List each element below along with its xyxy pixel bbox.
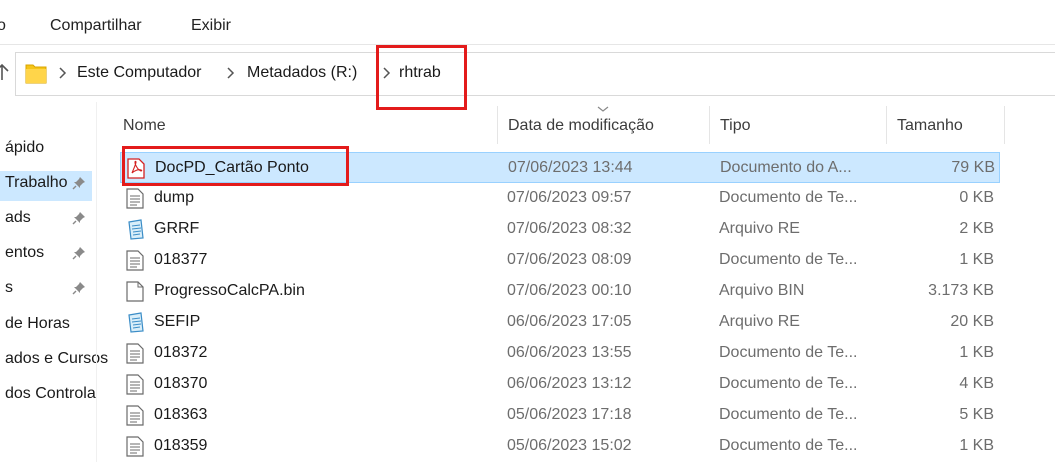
- pin-icon[interactable]: [72, 211, 86, 225]
- file-name: GRRF: [154, 220, 200, 237]
- text-file-icon: [126, 374, 144, 395]
- file-name: 018377: [154, 251, 208, 268]
- file-type: Documento do A...: [720, 159, 852, 176]
- column-separator[interactable]: [886, 106, 887, 144]
- file-type: Documento de Te...: [719, 189, 858, 206]
- file-date-modified: 05/06/2023 17:18: [507, 406, 632, 423]
- column-separator[interactable]: [497, 106, 498, 144]
- nav-item-label: de Horas: [5, 315, 70, 332]
- file-type: Documento de Te...: [719, 251, 858, 268]
- file-name: SEFIP: [154, 313, 201, 330]
- file-size: 1 KB: [959, 437, 994, 454]
- file-size: 1 KB: [959, 251, 994, 268]
- file-name: ProgressoCalcPA.bin: [154, 282, 305, 299]
- text-file-icon: [126, 343, 144, 364]
- column-header-date[interactable]: Data de modificação: [508, 117, 654, 135]
- chevron-right-icon[interactable]: [225, 66, 235, 80]
- file-date-modified: 07/06/2023 09:57: [507, 189, 632, 206]
- nav-item-label: ados e Cursos: [5, 350, 109, 367]
- file-row[interactable]: 018370 06/06/2023 13:12 Documento de Te...…: [120, 369, 1000, 400]
- column-header-name[interactable]: Nome: [123, 117, 166, 135]
- file-type: Arquivo RE: [719, 313, 800, 330]
- pin-icon[interactable]: [72, 176, 86, 190]
- file-type: Documento de Te...: [719, 375, 858, 392]
- breadcrumb-current-folder[interactable]: rhtrab: [399, 64, 441, 82]
- text-file-icon: [126, 436, 144, 457]
- file-row[interactable]: ProgressoCalcPA.bin 07/06/2023 00:10 Arqui…: [120, 276, 1000, 307]
- pin-icon[interactable]: [72, 281, 86, 295]
- up-arrow-icon[interactable]: [0, 62, 10, 82]
- column-separator[interactable]: [709, 106, 710, 144]
- file-type: Documento de Te...: [719, 437, 858, 454]
- pane-divider: [96, 102, 97, 462]
- file-row[interactable]: 018372 06/06/2023 13:55 Documento de Te...…: [120, 338, 1000, 369]
- nav-item-label: Trabalho: [5, 174, 68, 191]
- nav-item-label: ads: [5, 209, 31, 226]
- ribbon-tab-home[interactable]: o: [0, 17, 6, 35]
- file-name: 018372: [154, 344, 208, 361]
- text-file-icon: [126, 250, 144, 271]
- file-date-modified: 06/06/2023 17:05: [507, 313, 632, 330]
- nav-item-label: entos: [5, 244, 45, 261]
- file-date-modified: 07/06/2023 08:09: [507, 251, 632, 268]
- nav-item-label: s: [5, 279, 13, 296]
- pdf-icon: [127, 158, 145, 179]
- file-type: Arquivo RE: [719, 220, 800, 237]
- nav-item-label: ápido: [5, 139, 45, 156]
- file-date-modified: 07/06/2023 00:10: [507, 282, 632, 299]
- breadcrumb-drive[interactable]: Metadados (R:): [247, 64, 357, 82]
- text-file-icon: [126, 188, 144, 209]
- blank-file-icon: [126, 281, 144, 302]
- file-size: 2 KB: [959, 220, 994, 237]
- column-header-size[interactable]: Tamanho: [897, 117, 963, 135]
- file-row[interactable]: SEFIP 06/06/2023 17:05 Arquivo RE 20 KB: [120, 307, 1000, 338]
- file-size: 4 KB: [959, 375, 994, 392]
- file-size: 3.173 KB: [928, 282, 994, 299]
- file-row[interactable]: DocPD_Cartão Ponto 07/06/2023 13:44 Docume…: [120, 152, 1000, 183]
- file-size: 5 KB: [959, 406, 994, 423]
- file-type: Documento de Te...: [719, 406, 858, 423]
- chevron-right-icon[interactable]: [57, 66, 67, 80]
- folder-icon: [25, 64, 47, 84]
- file-type: Documento de Te...: [719, 344, 858, 361]
- nav-item-label: dos Controla: [5, 385, 96, 402]
- file-size: 0 KB: [959, 189, 994, 206]
- file-row[interactable]: GRRF 07/06/2023 08:32 Arquivo RE 2 KB: [120, 214, 1000, 245]
- file-date-modified: 07/06/2023 08:32: [507, 220, 632, 237]
- sort-chevron-icon: [597, 106, 609, 112]
- file-name: 018370: [154, 375, 208, 392]
- file-name: 018359: [154, 437, 208, 454]
- file-type: Arquivo BIN: [719, 282, 805, 299]
- file-row[interactable]: 018359 05/06/2023 15:02 Documento de Te...…: [120, 431, 1000, 462]
- file-size: 79 KB: [951, 159, 995, 176]
- ribbon-tab-share[interactable]: Compartilhar: [50, 17, 142, 35]
- chevron-right-icon[interactable]: [381, 66, 391, 80]
- file-date-modified: 05/06/2023 15:02: [507, 437, 632, 454]
- notepad-icon: [128, 312, 144, 333]
- text-file-icon: [126, 405, 144, 426]
- file-row[interactable]: 018363 05/06/2023 17:18 Documento de Te...…: [120, 400, 1000, 431]
- file-name: dump: [154, 189, 195, 206]
- pin-icon[interactable]: [72, 246, 86, 260]
- column-separator[interactable]: [1004, 106, 1005, 144]
- ribbon-tab-view[interactable]: Exibir: [191, 17, 231, 35]
- file-date-modified: 06/06/2023 13:55: [507, 344, 632, 361]
- file-date-modified: 06/06/2023 13:12: [507, 375, 632, 392]
- ribbon-menu: o Compartilhar Exibir: [0, 0, 1055, 45]
- file-date-modified: 07/06/2023 13:44: [508, 159, 633, 176]
- file-size: 20 KB: [950, 313, 994, 330]
- notepad-icon: [128, 219, 144, 240]
- file-name: DocPD_Cartão Ponto: [155, 159, 309, 176]
- breadcrumb-this-pc[interactable]: Este Computador: [77, 64, 202, 82]
- file-name: 018363: [154, 406, 208, 423]
- file-size: 1 KB: [959, 344, 994, 361]
- column-header-type[interactable]: Tipo: [720, 117, 751, 135]
- file-row[interactable]: 018377 07/06/2023 08:09 Documento de Te...…: [120, 245, 1000, 276]
- file-row[interactable]: dump 07/06/2023 09:57 Documento de Te... 0 …: [120, 183, 1000, 214]
